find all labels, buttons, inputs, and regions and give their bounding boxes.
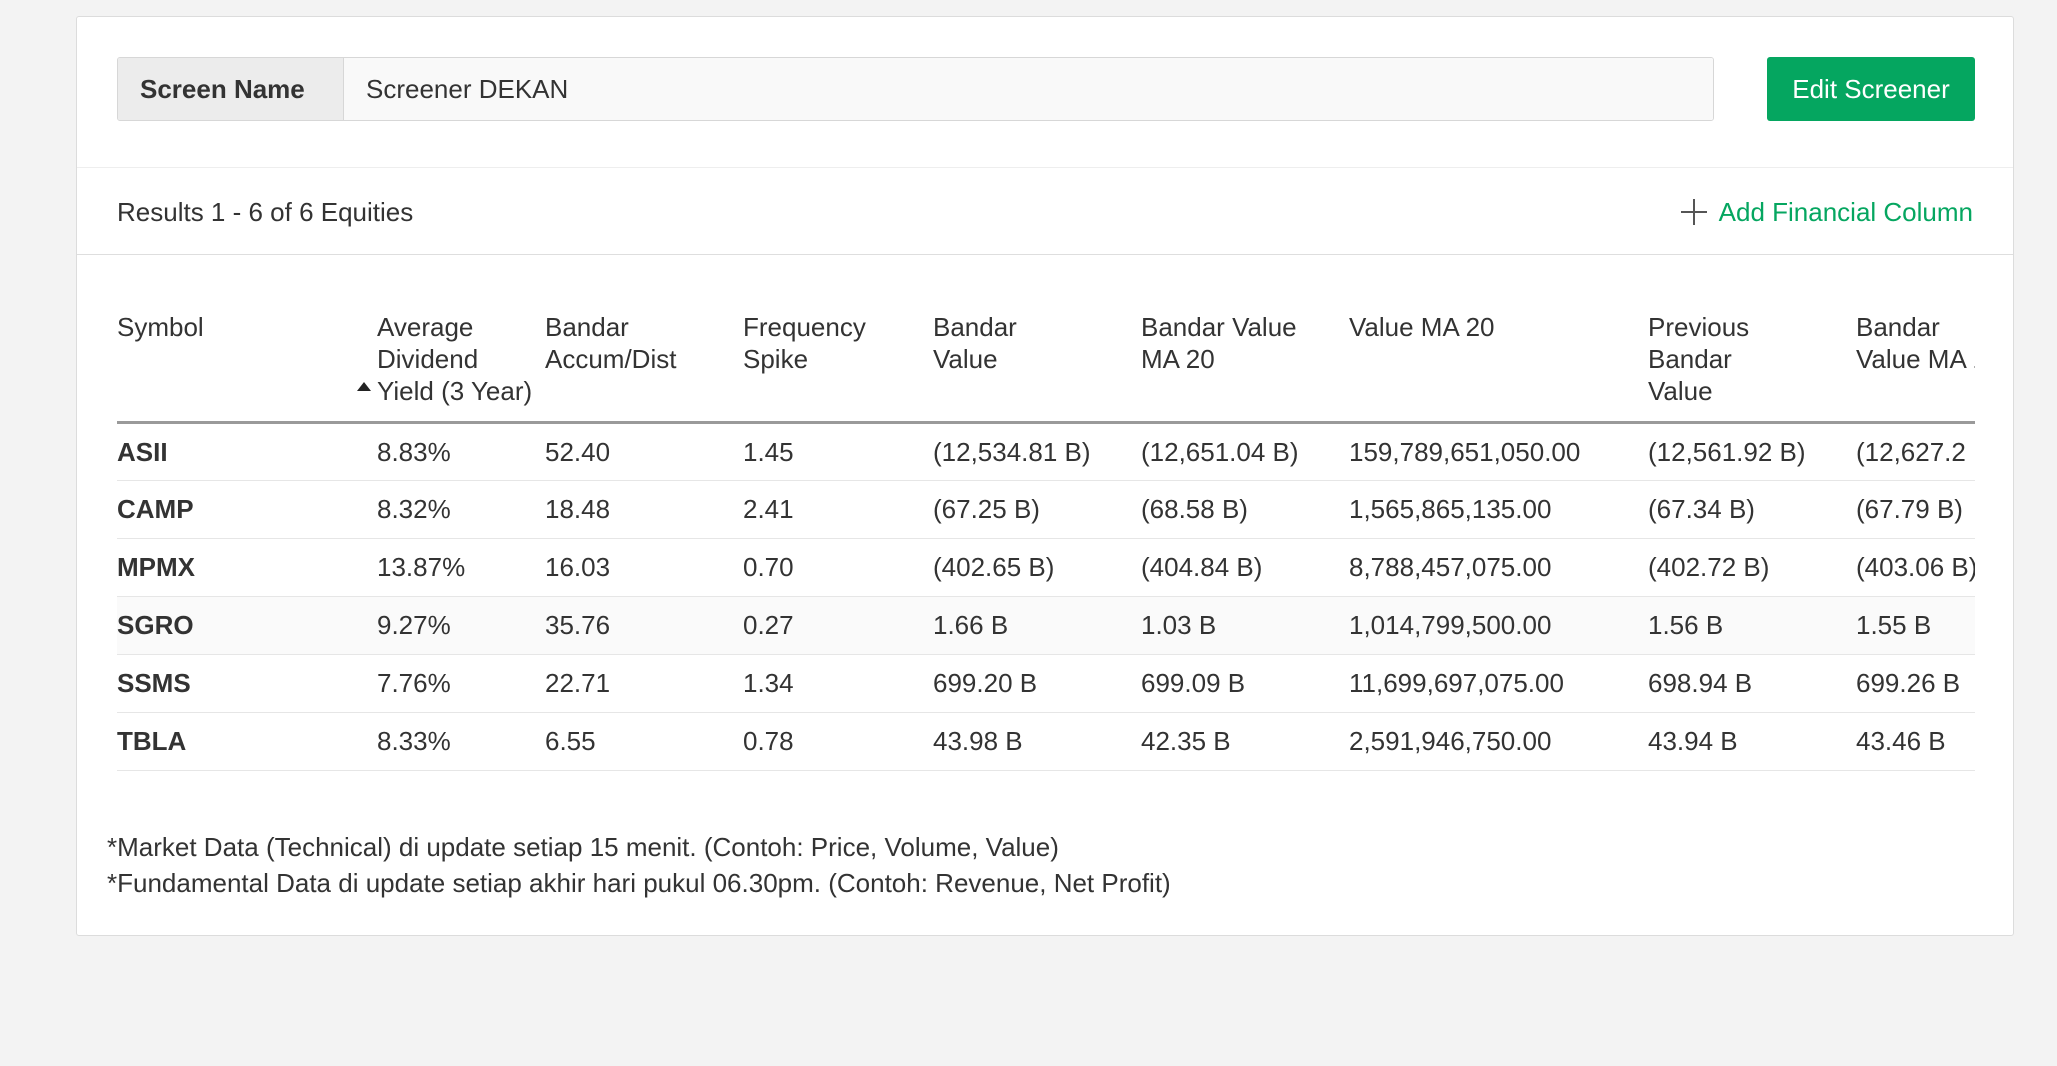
cell: 699.26 B (1856, 654, 1975, 713)
cell: (12,651.04 B) (1141, 422, 1349, 481)
column-header-bandar-accum-dist[interactable]: Bandar Accum/Dist (545, 293, 743, 424)
cell: 35.76 (545, 596, 743, 655)
cell-symbol[interactable]: SGRO (117, 596, 377, 655)
cell: 13.87% (377, 538, 545, 597)
cell: 1,565,865,135.00 (1349, 480, 1648, 539)
cell: 699.20 B (933, 654, 1141, 713)
cell: 698.94 B (1648, 654, 1856, 713)
screen-name-input[interactable] (344, 58, 1713, 120)
results-count: Results 1 - 6 of 6 Equities (117, 197, 414, 227)
plus-icon (1680, 199, 1707, 225)
cell: 18.48 (545, 480, 743, 539)
cell: (404.84 B) (1141, 538, 1349, 597)
cell: 43.98 B (933, 712, 1141, 771)
column-header-average-dividend-yield[interactable]: Average Dividend Yield (3 Year) (357, 293, 545, 424)
cell: (67.25 B) (933, 480, 1141, 539)
cell: (67.34 B) (1648, 480, 1856, 539)
footnotes: *Market Data (Technical) di update setia… (107, 829, 1171, 901)
table-row[interactable]: CAMP 8.32% 18.48 2.41 (67.25 B) (68.58 B… (117, 480, 1975, 539)
cell: (67.79 B) (1856, 480, 1975, 539)
column-header-bandar-value-ma-20[interactable]: Bandar Value MA 20 (1141, 293, 1349, 424)
screener-card: Screen Name Edit Screener Results 1 - 6 … (76, 16, 2014, 936)
cell: (68.58 B) (1141, 480, 1349, 539)
cell-symbol[interactable]: CAMP (117, 480, 377, 539)
cell: 52.40 (545, 422, 743, 481)
sort-ascending-icon (357, 382, 371, 391)
cell: 699.09 B (1141, 654, 1349, 713)
cell: 2,591,946,750.00 (1349, 712, 1648, 771)
cell: 9.27% (377, 596, 545, 655)
table-header-row: Symbol Average Dividend Yield (3 Year) B… (117, 293, 1975, 424)
screen-name-group: Screen Name (117, 57, 1714, 121)
cell: 1.55 B (1856, 596, 1975, 655)
results-bar: Results 1 - 6 of 6 Equities Add Financia… (77, 167, 2013, 255)
column-header-previous-bandar-value[interactable]: Previous Bandar Value (1648, 293, 1856, 424)
cell: 8.33% (377, 712, 545, 771)
column-header-bandar-value[interactable]: Bandar Value (933, 293, 1141, 424)
cell: 11,699,697,075.00 (1349, 654, 1648, 713)
cell: 159,789,651,050.00 (1349, 422, 1648, 481)
cell: 43.94 B (1648, 712, 1856, 771)
table-row[interactable]: MPMX 13.87% 16.03 0.70 (402.65 B) (404.8… (117, 538, 1975, 597)
cell: 22.71 (545, 654, 743, 713)
cell: 1.34 (743, 654, 933, 713)
cell: (12,534.81 B) (933, 422, 1141, 481)
cell: 7.76% (377, 654, 545, 713)
table-row[interactable]: ASII 8.83% 52.40 1.45 (12,534.81 B) (12,… (117, 422, 1975, 481)
column-header-frequency-spike[interactable]: Frequency Spike (743, 293, 933, 424)
cell: 8,788,457,075.00 (1349, 538, 1648, 597)
footnote-fundamental-data: *Fundamental Data di update setiap akhir… (107, 868, 1171, 898)
column-header-value-ma-20[interactable]: Value MA 20 (1349, 293, 1648, 424)
table-row[interactable]: SSMS 7.76% 22.71 1.34 699.20 B 699.09 B … (117, 654, 1975, 713)
screen-name-label: Screen Name (118, 58, 344, 120)
cell: 8.83% (377, 422, 545, 481)
cell: 0.27 (743, 596, 933, 655)
footnote-market-data: *Market Data (Technical) di update setia… (107, 832, 1059, 862)
cell-symbol[interactable]: SSMS (117, 654, 377, 713)
cell-symbol[interactable]: MPMX (117, 538, 377, 597)
cell: (12,627.2 (1856, 422, 1975, 481)
cell: 16.03 (545, 538, 743, 597)
cell: 42.35 B (1141, 712, 1349, 771)
cell: 43.46 B (1856, 712, 1975, 771)
cell-symbol[interactable]: TBLA (117, 712, 377, 771)
cell: 2.41 (743, 480, 933, 539)
column-header-bandar-value-ma-10[interactable]: Bandar Value MA 10 (1856, 293, 1975, 424)
table-row[interactable]: TBLA 8.33% 6.55 0.78 43.98 B 42.35 B 2,5… (117, 712, 1975, 771)
cell: 1,014,799,500.00 (1349, 596, 1648, 655)
add-financial-column-label: Add Financial Column (1718, 196, 1973, 227)
column-header-symbol[interactable]: Symbol (117, 293, 377, 424)
cell: (403.06 B) (1856, 538, 1975, 597)
cell: 1.03 B (1141, 596, 1349, 655)
results-table-container[interactable]: Symbol Average Dividend Yield (3 Year) B… (117, 293, 1975, 813)
cell: 1.45 (743, 422, 933, 481)
table-row[interactable]: SGRO 9.27% 35.76 0.27 1.66 B 1.03 B 1,01… (117, 596, 1975, 655)
cell: 1.56 B (1648, 596, 1856, 655)
results-table: Symbol Average Dividend Yield (3 Year) B… (117, 293, 1975, 771)
cell: 0.70 (743, 538, 933, 597)
cell: (402.72 B) (1648, 538, 1856, 597)
cell: 1.66 B (933, 596, 1141, 655)
cell: 6.55 (545, 712, 743, 771)
cell: (12,561.92 B) (1648, 422, 1856, 481)
screen-name-bar: Screen Name Edit Screener (117, 57, 1975, 121)
add-financial-column-link[interactable]: Add Financial Column (1680, 168, 1973, 256)
cell: (402.65 B) (933, 538, 1141, 597)
edit-screener-button[interactable]: Edit Screener (1767, 57, 1975, 121)
cell-symbol[interactable]: ASII (117, 422, 377, 481)
cell: 8.32% (377, 480, 545, 539)
cell: 0.78 (743, 712, 933, 771)
